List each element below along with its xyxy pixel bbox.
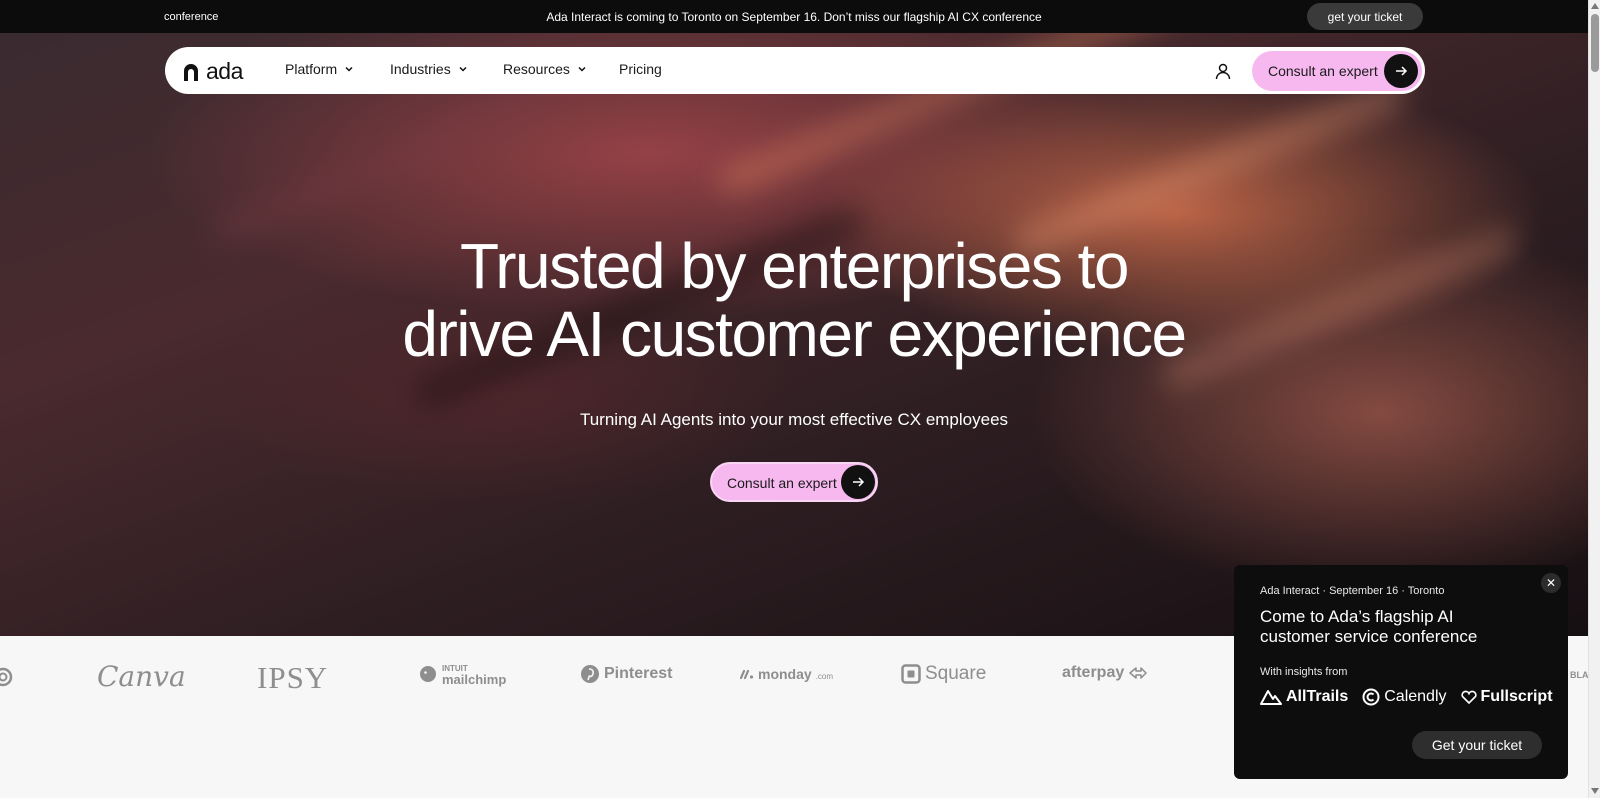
nav-item-label: Industries [390, 61, 451, 77]
conference-popup: ✕ Ada Interact · September 16 · Toronto … [1234, 565, 1568, 779]
nav-item-label: Pricing [619, 61, 662, 77]
fullscript-icon [1460, 690, 1477, 704]
main-nav: ada Platform Industries Resources Pricin… [165, 47, 1425, 94]
scrollbar-thumb[interactable] [1591, 14, 1599, 72]
mailchimp-text: mailchimp [442, 672, 507, 687]
calendly-text: Calendly [1384, 688, 1447, 705]
monday-text: monday [758, 666, 812, 682]
consult-button-label: Consult an expert [1268, 63, 1378, 79]
alltrails-text: AllTrails [1286, 688, 1349, 705]
ada-logo[interactable]: ada [182, 58, 243, 85]
afterpay-icon [1129, 667, 1147, 679]
pinterest-icon [581, 665, 599, 683]
pinterest-logo: Pinterest [580, 664, 672, 684]
consult-expert-hero-button[interactable]: Consult an expert [710, 462, 878, 502]
nav-item-industries[interactable]: Industries [390, 61, 468, 77]
popup-eyebrow: Ada Interact · September 16 · Toronto [1260, 585, 1445, 597]
page-scrollbar[interactable] [1588, 0, 1600, 798]
alltrails-icon [1260, 690, 1282, 705]
alltrails-logo: AllTrails [1260, 688, 1348, 706]
chevron-down-icon [345, 66, 353, 72]
scroll-up-icon[interactable] [1591, 3, 1599, 9]
partial-logo-icon [0, 667, 13, 687]
afterpay-text: afterpay [1062, 664, 1125, 681]
get-ticket-button[interactable]: Get your ticket [1412, 731, 1542, 759]
arrow-right-icon [841, 465, 875, 499]
fullscript-text: Fullscript [1480, 688, 1553, 705]
chevron-down-icon [459, 66, 467, 72]
calendly-logo: Calendly [1362, 688, 1447, 706]
consult-button-label: Consult an expert [727, 475, 837, 491]
afterpay-logo: afterpay [1062, 664, 1148, 682]
ada-logo-icon [184, 63, 198, 81]
pinterest-text: Pinterest [604, 665, 673, 682]
hero-subtitle: Turning AI Agents into your most effecti… [579, 410, 1009, 429]
calendly-icon [1362, 688, 1380, 706]
consult-expert-nav-button[interactable]: Consult an expert [1252, 51, 1422, 91]
square-logo: Square [901, 663, 986, 685]
ipsy-logo: IPSY [257, 660, 329, 695]
fullscript-logo: Fullscript [1460, 688, 1553, 706]
square-text: Square [925, 663, 987, 684]
nav-item-pricing[interactable]: Pricing [619, 61, 662, 77]
user-icon [1215, 63, 1231, 80]
partial-logo-right: BLA [1570, 670, 1589, 680]
monday-logo: monday .com [740, 666, 833, 682]
announcement-bar: conference Ada Interact is coming to Tor… [0, 0, 1588, 33]
account-button[interactable] [1207, 55, 1239, 87]
monday-suffix: .com [815, 672, 834, 681]
popup-insights-label: With insights from [1260, 666, 1348, 678]
nav-item-platform[interactable]: Platform [285, 61, 354, 77]
hero-title: Trusted by enterprises to drive AI custo… [0, 232, 1588, 368]
mailchimp-icon [420, 666, 436, 682]
logo-text: ada [206, 58, 243, 84]
hero-title-line2: drive AI customer experience [402, 298, 1187, 370]
nav-item-label: Platform [285, 61, 338, 77]
arrow-right-icon [1384, 54, 1418, 88]
popup-headline: Come to Ada’s flagship AI customer servi… [1260, 607, 1478, 646]
mailchimp-logo: INTUIT mailchimp [418, 663, 507, 687]
hero-title-line1: Trusted by enterprises to [460, 230, 1130, 302]
nav-item-resources[interactable]: Resources [503, 61, 587, 77]
close-icon[interactable]: ✕ [1541, 573, 1561, 593]
chevron-down-icon [578, 66, 586, 72]
scroll-down-icon[interactable] [1591, 788, 1599, 794]
monday-icon [740, 669, 754, 680]
partner-logos: AllTrails Calendly Fullscript [1260, 688, 1553, 706]
square-icon [901, 664, 921, 684]
topbar-ticket-button[interactable]: get your ticket [1307, 3, 1423, 30]
nav-item-label: Resources [503, 61, 570, 77]
hero-streak [207, 86, 553, 250]
canva-logo: Canva [97, 660, 186, 693]
